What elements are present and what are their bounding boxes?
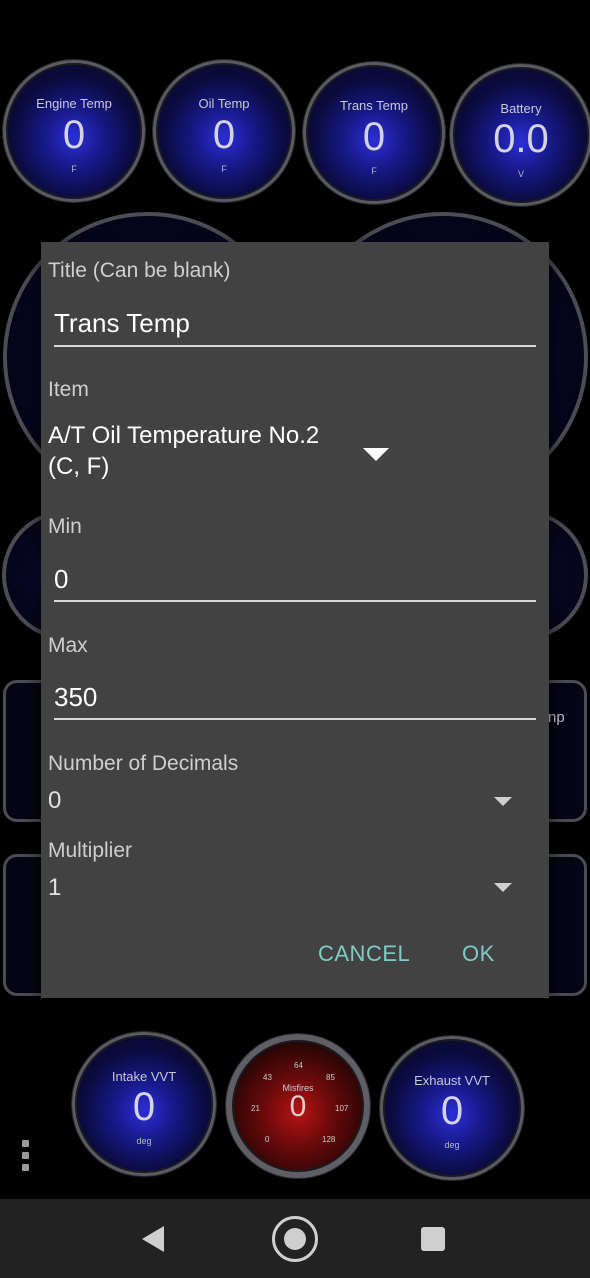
back-icon[interactable] [142,1226,164,1252]
decimals-spinner[interactable]: 0 [41,785,549,821]
gauge-value: 0 [132,1085,156,1129]
tick-label: 128 [322,1135,336,1144]
home-icon-dot [284,1228,306,1250]
gauge-exhaust-vvt[interactable]: Exhaust VVT 0 deg [380,1036,524,1180]
gauge-unit: F [221,164,227,174]
gauge-title: Battery [500,101,542,116]
gauge-unit: deg [136,1136,152,1146]
gauge-title: Oil Temp [198,96,250,111]
gauge-engine-temp[interactable]: Engine Temp 0 F [3,60,145,202]
tick-label: 85 [326,1073,335,1082]
title-input-underline [54,345,536,347]
panel-partial-label: np [548,709,565,726]
gauge-oil-temp[interactable]: Oil Temp 0 F [153,60,295,202]
gauge-battery[interactable]: Battery 0.0 V [450,64,590,206]
max-input[interactable]: 350 [54,682,97,713]
gauge-title: Intake VVT [111,1069,177,1084]
chevron-down-icon [363,448,389,461]
min-field-label: Min [48,515,82,538]
tick-label: 64 [294,1061,303,1070]
gauge-settings-dialog: Title (Can be blank) Trans Temp Item A/T… [41,242,549,998]
gauge-misfires[interactable]: 64 43 85 21 107 0 128 Misfires 0 [226,1034,370,1178]
gauge-value: 0 [440,1089,464,1133]
min-input-underline [54,600,536,602]
decimals-spinner-value: 0 [48,787,62,814]
gauge-unit: V [517,169,524,179]
item-spinner[interactable]: A/T Oil Temperature No.2 (C, F) [41,420,549,486]
gauge-unit: F [71,164,77,174]
gauge-intake-vvt[interactable]: Intake VVT 0 deg [72,1032,216,1176]
item-spinner-line2: (C, F) [48,453,110,480]
title-field-label: Title (Can be blank) [48,259,231,282]
max-field-label: Max [48,634,88,657]
gauge-title: Exhaust VVT [414,1073,490,1088]
ok-button[interactable]: OK [462,941,495,967]
max-input-underline [54,718,536,720]
gauge-unit: deg [444,1140,460,1150]
tick-label: 0 [265,1135,270,1144]
chevron-down-icon [494,797,512,806]
multiplier-spinner-value: 1 [48,874,62,901]
tick-label: 43 [263,1073,272,1082]
gauge-value: 0 [62,113,86,157]
gauge-value: 0.0 [493,117,549,161]
gauge-value: 0 [289,1090,307,1123]
gauge-title: Trans Temp [340,98,408,113]
gauge-trans-temp[interactable]: Trans Temp 0 F [303,62,445,204]
gauge-value: 0 [362,115,386,159]
overflow-menu-icon[interactable] [22,1140,32,1176]
decimals-field-label: Number of Decimals [48,752,239,775]
gauge-value: 0 [212,113,236,157]
gauge-unit: F [371,166,377,176]
title-input[interactable]: Trans Temp [54,308,190,339]
recent-apps-icon[interactable] [421,1227,445,1251]
item-spinner-line1: A/T Oil Temperature No.2 [48,422,320,449]
multiplier-field-label: Multiplier [48,839,133,862]
chevron-down-icon [494,883,512,892]
multiplier-spinner[interactable]: 1 [41,872,549,908]
gauge-title: Engine Temp [36,96,112,111]
item-field-label: Item [48,378,89,401]
min-input[interactable]: 0 [54,564,68,595]
cancel-button[interactable]: CANCEL [318,941,410,967]
